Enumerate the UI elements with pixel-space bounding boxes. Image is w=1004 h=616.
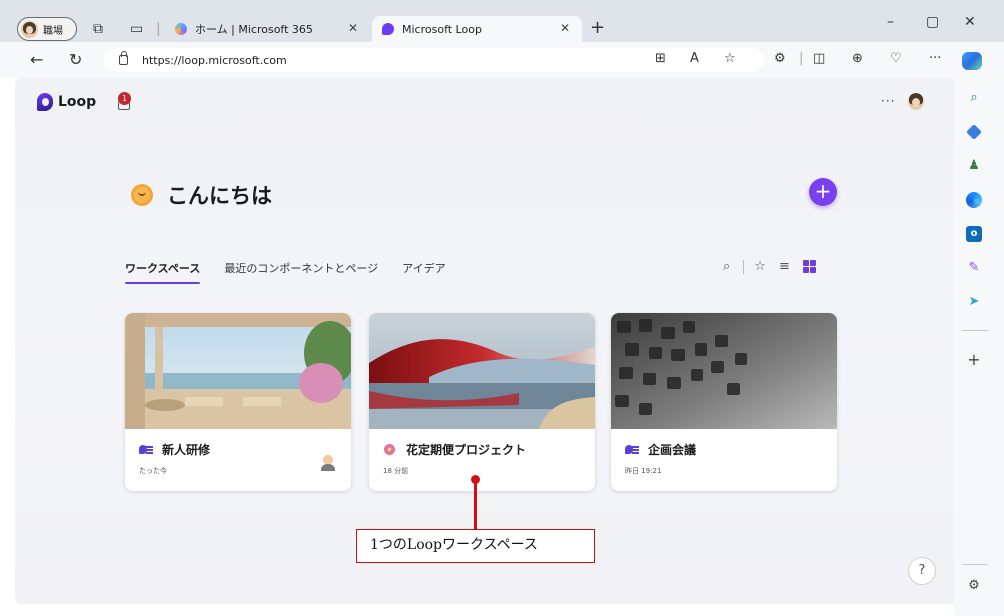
microsoft365-icon[interactable] xyxy=(966,192,982,208)
tab-ideas[interactable]: アイデア xyxy=(402,260,445,284)
profile-button[interactable]: 職場 xyxy=(17,17,77,41)
loop-logo[interactable]: Loop xyxy=(37,93,96,111)
card-title-row: 花定期便プロジェクト xyxy=(383,441,526,458)
notification-badge: 1 xyxy=(118,92,131,105)
add-sidebar-app-icon[interactable]: + xyxy=(966,352,982,368)
loop-page: Loop 1 ··· こんにちは + ワークスペース 最近のコンポーネントとペー… xyxy=(15,78,954,604)
list-view-icon[interactable]: ≡ xyxy=(779,259,790,274)
member-avatar-icon xyxy=(321,455,335,471)
workspace-title: 花定期便プロジェクト xyxy=(406,443,527,457)
tab-title: Microsoft Loop xyxy=(402,22,482,36)
tab-close-icon[interactable]: ✕ xyxy=(560,21,570,35)
toolbar-divider: | xyxy=(799,51,804,66)
send-icon[interactable]: ➤ xyxy=(966,294,982,310)
workspace-card[interactable]: 花定期便プロジェクト 18 分前 xyxy=(369,313,595,491)
maximize-icon[interactable]: ▢ xyxy=(926,14,939,30)
sidebar-divider xyxy=(962,330,988,331)
tab-close-icon[interactable]: ✕ xyxy=(348,21,358,35)
refresh-icon[interactable]: ↻ xyxy=(69,50,82,69)
tools-divider xyxy=(743,259,745,274)
workspace-cover-image xyxy=(125,313,351,429)
card-title-row: 新人研修 xyxy=(139,441,210,458)
edge-sidebar: ⌕ ♟ o ✎ ➤ + ⚙ xyxy=(954,78,1004,616)
create-button[interactable]: + xyxy=(809,178,837,206)
flower-icon xyxy=(383,443,396,456)
lock-icon xyxy=(119,51,128,65)
workspace-timestamp: たった今 xyxy=(139,467,167,475)
new-tab-button[interactable]: + xyxy=(590,17,605,38)
browser-tab-bar: 職場 ⧉ ▭ | ホーム | Microsoft 365 ✕ Microsoft… xyxy=(0,0,1004,42)
tab-divider: | xyxy=(156,21,161,37)
workspace-cover-image xyxy=(611,313,837,429)
content-tabs: ワークスペース 最近のコンポーネントとページ アイデア xyxy=(125,260,470,284)
m365-favicon-icon xyxy=(175,23,187,35)
split-screen-icon[interactable]: ◫ xyxy=(813,51,825,66)
games-icon[interactable]: ♟ xyxy=(966,158,982,174)
settings-more-icon[interactable]: ··· xyxy=(929,51,941,66)
extensions-icon[interactable]: ⚙ xyxy=(774,51,786,66)
minimize-icon[interactable]: – xyxy=(887,14,894,30)
designer-icon[interactable]: ✎ xyxy=(966,260,982,276)
workspace-icon xyxy=(625,444,639,455)
browser-toolbar: ← ↻ https://loop.microsoft.com ⊞ A ☆ ⚙ |… xyxy=(0,42,1004,78)
annotation-line xyxy=(474,480,477,530)
browser-essentials-icon[interactable]: ♡ xyxy=(890,51,902,66)
annotation-label: 1つのLoopワークスペース xyxy=(356,529,595,563)
search-icon[interactable]: ⌕ xyxy=(723,259,730,274)
workspace-icon xyxy=(139,444,153,455)
read-aloud-icon[interactable]: A xyxy=(690,51,699,66)
tab-title: ホーム | Microsoft 365 xyxy=(195,23,313,36)
sidebar-settings-icon[interactable]: ⚙ xyxy=(966,578,982,594)
workspace-card[interactable]: 新人研修 たった今 xyxy=(125,313,351,491)
sun-emoji-icon xyxy=(129,182,155,208)
tab-microsoft-loop[interactable]: Microsoft Loop ✕ xyxy=(372,16,582,42)
back-icon[interactable]: ← xyxy=(30,50,43,69)
outlook-icon[interactable]: o xyxy=(966,226,982,242)
profile-label: 職場 xyxy=(43,25,63,37)
app-available-icon[interactable]: ⊞ xyxy=(655,51,666,66)
workspace-title: 新人研修 xyxy=(162,443,211,457)
user-avatar[interactable] xyxy=(908,93,924,110)
favorites-icon[interactable]: ⊕ xyxy=(852,51,863,66)
sidebar-divider xyxy=(962,564,988,565)
app-name: Loop xyxy=(58,94,97,110)
card-title-row: 企画会議 xyxy=(625,441,696,458)
workspace-cover-image xyxy=(369,313,595,429)
profile-avatar xyxy=(21,20,38,38)
favorite-star-icon[interactable]: ☆ xyxy=(724,51,736,66)
help-button[interactable]: ? xyxy=(908,557,936,585)
favorites-filter-icon[interactable]: ☆ xyxy=(754,259,766,274)
loop-favicon-icon xyxy=(382,23,394,35)
copilot-icon[interactable] xyxy=(962,52,982,70)
url-text: https://loop.microsoft.com xyxy=(142,53,287,67)
tab-microsoft-365[interactable]: ホーム | Microsoft 365 ✕ xyxy=(165,16,370,42)
tab-workspaces[interactable]: ワークスペース xyxy=(125,260,201,284)
greeting: こんにちは xyxy=(129,180,272,210)
workspace-card[interactable]: 企画会議 昨日 19:21 xyxy=(611,313,837,491)
grid-view-icon[interactable] xyxy=(802,260,816,273)
window-close-icon[interactable]: ✕ xyxy=(964,14,976,30)
more-options-icon[interactable]: ··· xyxy=(881,94,895,108)
workspace-timestamp: 18 分前 xyxy=(383,467,409,475)
workspace-title: 企画会議 xyxy=(648,443,697,457)
greeting-text: こんにちは xyxy=(167,184,272,208)
view-tools: ⌕ ☆ ≡ xyxy=(723,259,816,274)
workspace-timestamp: 昨日 19:21 xyxy=(625,467,662,475)
collections-icon[interactable]: ⧉ xyxy=(93,20,103,38)
loop-logo-icon xyxy=(37,93,53,111)
tab-actions-icon[interactable]: ▭ xyxy=(130,20,143,38)
search-icon[interactable]: ⌕ xyxy=(966,90,982,106)
shopping-icon[interactable] xyxy=(966,124,982,140)
tab-recent-components[interactable]: 最近のコンポーネントとページ xyxy=(224,260,378,284)
